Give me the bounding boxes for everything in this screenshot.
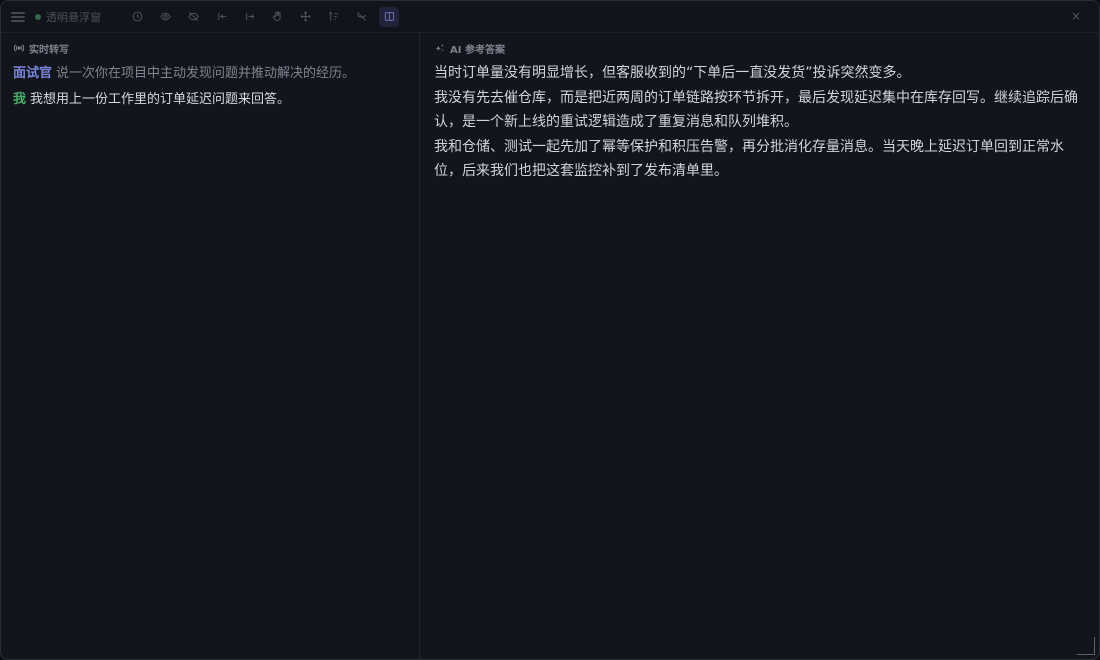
answer-paragraph: 我和仓储、测试一起先加了幂等保护和积压告警，再分批消化存量消息。当天晚上延迟订单… — [434, 138, 1064, 180]
move-icon[interactable] — [295, 7, 315, 27]
transcript-header: 实时转写 — [13, 41, 407, 56]
answer-title: AI 参考答案 — [450, 44, 505, 56]
status-dot-icon — [35, 13, 41, 20]
overlay-window: 透明悬浮窗 × 实时转写 面试官 说一次你在项目中主动发现问题并推动解决的经历。… — [0, 0, 1100, 660]
arrow-right-icon[interactable] — [239, 7, 259, 27]
app-title: 透明悬浮窗 — [46, 10, 101, 24]
eye-off-icon[interactable] — [183, 7, 203, 27]
arrow-left-icon[interactable] — [211, 7, 231, 27]
answer-header: AI 参考答案 — [434, 41, 1087, 56]
transcript-panel: 实时转写 面试官 说一次你在项目中主动发现问题并推动解决的经历。 我我想用上一份工… — [1, 33, 420, 659]
answer-paragraph: 我没有先去催仓库，而是把近两周的订单链路按环节拆开，最后发现延迟集中在库存回写。… — [434, 89, 1078, 131]
hand-icon[interactable] — [267, 7, 287, 27]
transcript-text: 我想用上一份工作里的订单延迟问题来回答。 — [30, 92, 291, 107]
split-view-icon[interactable] — [379, 6, 399, 27]
answer-panel: AI 参考答案 当时订单量没有明显增长，但客服收到的“下单后一直没发货”投诉突然… — [420, 33, 1099, 659]
sort-icon[interactable] — [323, 7, 343, 27]
answer-body: 当时订单量没有明显增长，但客服收到的“下单后一直没发货”投诉突然变多。 我没有先… — [434, 61, 1087, 184]
title-bar[interactable]: 透明悬浮窗 × — [1, 1, 1099, 33]
sparkle-icon — [434, 43, 445, 54]
transcript-line: 我我想用上一份工作里的订单延迟问题来回答。 — [13, 87, 407, 113]
answer-paragraph: 当时订单量没有明显增长，但客服收到的“下单后一直没发货”投诉突然变多。 — [434, 65, 911, 81]
broadcast-icon — [13, 43, 24, 54]
speaker-label-me: 我 — [13, 92, 27, 107]
eye-icon[interactable] — [155, 7, 175, 27]
resize-handle-icon[interactable] — [1077, 637, 1095, 655]
transcript-text: 说一次你在项目中主动发现问题并推动解决的经历。 — [56, 66, 356, 81]
transcript-line: 面试官 说一次你在项目中主动发现问题并推动解决的经历。 — [13, 61, 407, 87]
transcript-title: 实时转写 — [29, 44, 69, 56]
close-button[interactable]: × — [1067, 7, 1085, 25]
clock-icon[interactable] — [127, 7, 147, 27]
drag-handle-icon[interactable] — [11, 11, 25, 22]
speaker-label-interviewer: 面试官 — [13, 66, 53, 81]
hide-icon[interactable] — [351, 7, 371, 27]
